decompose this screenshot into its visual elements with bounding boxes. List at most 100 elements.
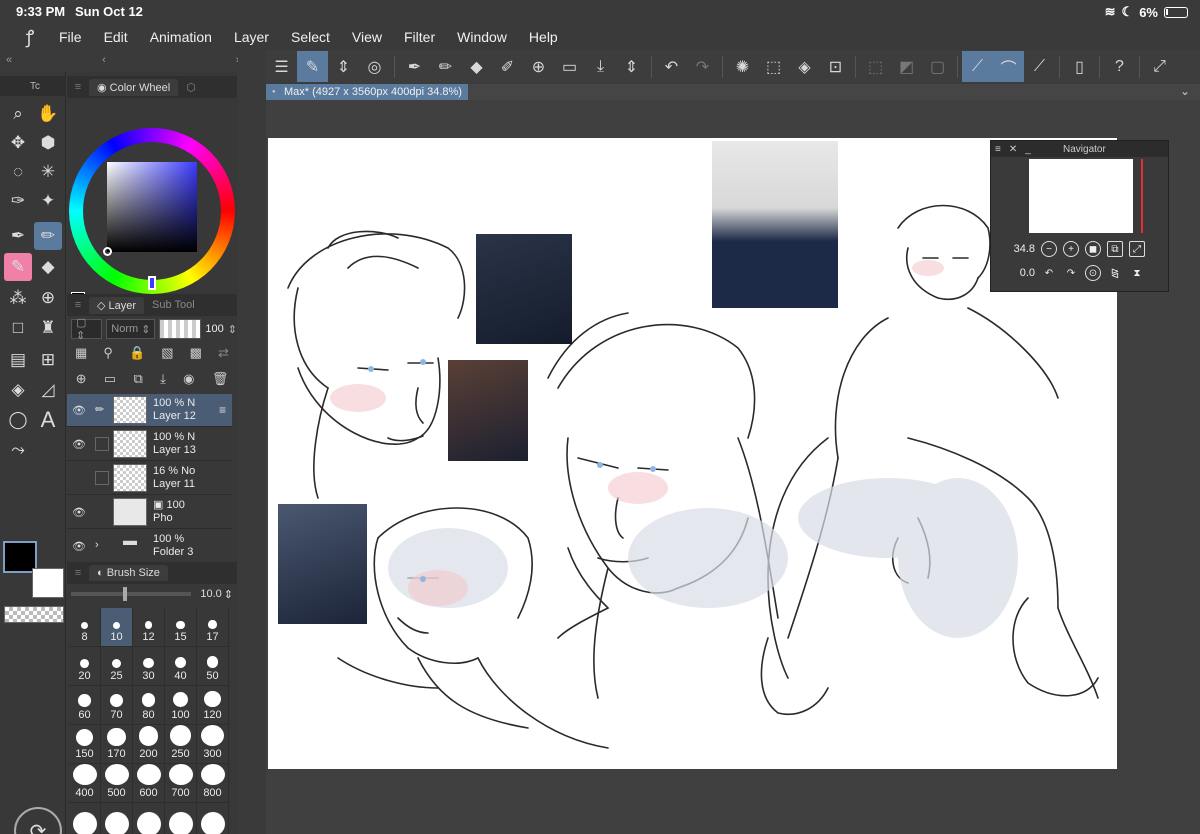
brush-size-option[interactable]: 60 — [69, 686, 101, 725]
brush-size-tab[interactable]: ◐ Brush Size — [89, 565, 168, 581]
eye-icon[interactable]: 👁 — [67, 438, 91, 451]
fill-selection-icon[interactable]: ◈ — [789, 51, 820, 82]
brush-size-option[interactable]: 40 — [165, 647, 197, 686]
minimize-icon[interactable]: _ — [1021, 144, 1035, 155]
ruler-tool-icon[interactable]: ◿ — [34, 376, 62, 404]
grip-icon[interactable]: ≡ — [991, 144, 1005, 155]
layer-type-select[interactable]: ▢ ⇕ — [71, 317, 103, 342]
brush-size-option[interactable]: 600 — [133, 764, 165, 803]
selection-icon[interactable]: ◎ — [359, 51, 390, 82]
delete-layer-icon[interactable]: 🗑 — [212, 371, 229, 387]
updown-icon[interactable]: ⇕ — [328, 51, 359, 82]
magic-wand-icon[interactable]: ✳ — [34, 158, 62, 186]
chevron-down-icon[interactable]: ⌄ — [1180, 84, 1190, 98]
text-icon[interactable]: A — [34, 406, 62, 434]
layer-row[interactable]: 👁 ▣ 100 Pho — [67, 496, 232, 529]
mask-layer-icon[interactable]: ▩ — [190, 345, 202, 361]
menu-layer[interactable]: Layer — [223, 29, 280, 45]
fullscreen-icon[interactable]: ⤢ — [1144, 51, 1175, 82]
brush-size-option[interactable]: 170 — [101, 725, 133, 764]
open-icon[interactable]: ▭ — [554, 51, 585, 82]
sub-color-swatch[interactable] — [32, 568, 64, 598]
eye-icon[interactable]: 👁 — [67, 404, 91, 417]
ruler-snap-icon[interactable]: ⌒ — [993, 51, 1024, 82]
layer-checkbox[interactable] — [95, 471, 109, 485]
copy-layer-icon[interactable]: ⧉ — [133, 371, 142, 387]
companion-icon[interactable]: ▯ — [1064, 51, 1095, 82]
eyedropper-icon[interactable]: ✑ — [4, 187, 32, 215]
layer-row[interactable]: 16 % No Layer 11 — [67, 462, 232, 495]
zoom-reset-icon[interactable]: ◼ — [1085, 241, 1101, 257]
pencil-icon[interactable]: ✏ — [430, 51, 461, 82]
quick-access-icon[interactable]: ✎ — [297, 51, 328, 82]
figure-icon[interactable]: □ — [4, 314, 32, 342]
blend-mode-select[interactable]: Norm ⇕ — [106, 319, 156, 339]
layer-menu-icon[interactable]: ≡ — [219, 403, 226, 417]
brush-size-option[interactable] — [69, 803, 101, 834]
new-layer-icon[interactable]: ⊕ — [76, 371, 87, 387]
stepper-icon[interactable]: ⇕ — [224, 588, 233, 601]
brush-size-option[interactable]: 10 — [101, 608, 133, 647]
brush-size-option[interactable]: 20 — [69, 647, 101, 686]
layer-checkbox[interactable] — [95, 437, 109, 451]
sub-tool-tab[interactable]: Sub Tool — [144, 297, 203, 313]
reference-photo[interactable] — [476, 234, 572, 344]
color-set-tab[interactable]: ⬡ — [178, 79, 204, 96]
brush-size-option[interactable]: 30 — [133, 647, 165, 686]
color-wheel-tab[interactable]: ◉ Color Wheel — [89, 78, 179, 96]
pencil-tool-icon[interactable]: ✏ — [34, 222, 62, 250]
brush-size-option[interactable]: 15 — [165, 608, 197, 647]
brush-size-option[interactable]: 500 — [101, 764, 133, 803]
flip-horizontal-icon[interactable]: ⧎ — [1107, 265, 1123, 281]
menu-edit[interactable]: Edit — [93, 29, 139, 45]
snap-icon[interactable]: ⟋ — [962, 51, 993, 82]
reference-photo[interactable] — [448, 360, 528, 461]
view-frame[interactable] — [1069, 159, 1143, 233]
brush-size-option[interactable]: 150 — [69, 725, 101, 764]
brush-size-option[interactable]: 100 — [165, 686, 197, 725]
correct-line-icon[interactable]: ⤳ — [4, 436, 32, 464]
brush-size-option[interactable] — [165, 803, 197, 834]
ruler-icon[interactable]: ⟋ — [1024, 51, 1055, 82]
hue-cursor[interactable] — [148, 276, 156, 290]
slider-track[interactable] — [71, 592, 191, 596]
menu-file[interactable]: File — [48, 29, 93, 45]
decoration-icon[interactable]: ⊕ — [34, 284, 62, 312]
brush-size-option[interactable]: 25 — [101, 647, 133, 686]
menu-help[interactable]: Help — [518, 29, 569, 45]
clear-icon[interactable]: ⬚ — [758, 51, 789, 82]
flip-vertical-icon[interactable]: ⧗ — [1129, 265, 1145, 281]
rotation-reset-icon[interactable]: ⊙ — [1085, 265, 1101, 281]
updown-icon[interactable]: ⇕ — [616, 51, 647, 82]
opacity-stepper-icon[interactable]: ⇕ — [228, 323, 237, 336]
opacity-slider[interactable] — [159, 319, 202, 339]
object-icon[interactable]: ⬢ — [34, 129, 62, 157]
brush-size-option[interactable] — [133, 803, 165, 834]
reference-photo[interactable] — [712, 141, 838, 308]
clip-icon[interactable]: ▦ — [75, 345, 87, 361]
brush-size-option[interactable]: 250 — [165, 725, 197, 764]
brush-size-option[interactable] — [101, 803, 133, 834]
brush-size-option[interactable]: 120 — [197, 686, 229, 725]
reference-photo[interactable] — [278, 504, 367, 624]
save-icon[interactable]: ⤓ — [585, 51, 616, 82]
blend-tool-icon[interactable]: ⁂ — [4, 284, 32, 312]
brush-size-option[interactable]: 800 — [197, 764, 229, 803]
document-tab[interactable]: Max* (4927 x 3560px 400dpi 34.8%) — [266, 84, 468, 100]
balloon-icon[interactable]: ◯ — [4, 406, 32, 434]
new-folder-icon[interactable]: ▭ — [104, 371, 116, 387]
brush-size-option[interactable]: 80 — [133, 686, 165, 725]
lock-icon[interactable]: 🔒 — [129, 345, 145, 361]
deselect-icon[interactable]: ⬚ — [860, 51, 891, 82]
fit-icon[interactable]: ⧉ — [1107, 241, 1123, 257]
menu-view[interactable]: View — [341, 29, 393, 45]
eye-icon[interactable]: 👁 — [67, 506, 91, 519]
marker-icon[interactable]: ✐ — [492, 51, 523, 82]
navigator-preview[interactable] — [1029, 159, 1143, 233]
lock-transparency-icon[interactable]: ▧ — [161, 345, 173, 361]
new-file-icon[interactable]: ⊕ — [523, 51, 554, 82]
redo-icon[interactable]: ↷ — [687, 51, 718, 82]
merge-icon[interactable]: ⤓ — [160, 371, 166, 387]
collapse-left-icon[interactable]: « — [6, 54, 12, 66]
hand-icon[interactable]: ✋ — [34, 100, 62, 128]
